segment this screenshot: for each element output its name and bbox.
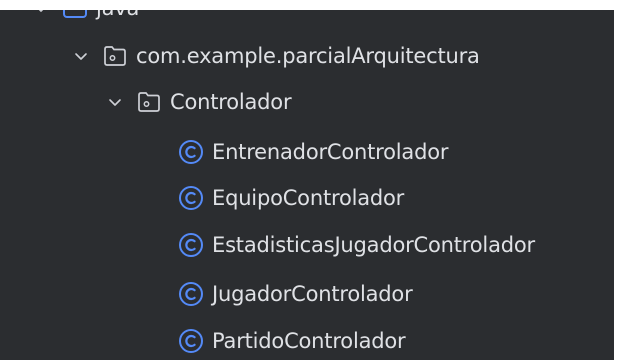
class-icon — [178, 232, 204, 258]
tree-row-class[interactable]: JugadorControlador — [178, 272, 413, 316]
tree-row-label: com.example.parcialArquitectura — [136, 43, 480, 68]
tree-row-label: EstadisticasJugadorControlador — [212, 232, 535, 257]
tree-row-class[interactable]: EstadisticasJugadorControlador — [178, 223, 535, 267]
tree-row-class[interactable]: EntrenadorControlador — [178, 130, 448, 174]
class-icon — [178, 185, 204, 211]
tree-row-class[interactable]: PartidoControlador — [178, 319, 406, 360]
screenshot-edge — [0, 0, 624, 10]
class-icon — [178, 328, 204, 354]
tree-row-label: EquipoControlador — [212, 185, 405, 210]
tree-row-label: Controlador — [170, 89, 292, 114]
project-tree-panel: java com.example.parcialArquitectura Con… — [0, 0, 624, 360]
tree-row-class[interactable]: EquipoControlador — [178, 176, 404, 220]
tree-row-package[interactable]: com.example.parcialArquitectura — [70, 34, 480, 78]
chevron-down-icon[interactable] — [104, 91, 126, 113]
tree-row-controlador[interactable]: Controlador — [104, 80, 292, 124]
tree-row-label: PartidoControlador — [212, 328, 406, 353]
tree-row-label: JugadorControlador — [212, 281, 413, 306]
class-icon — [178, 139, 204, 165]
screenshot-edge — [614, 0, 624, 360]
package-icon — [136, 89, 162, 115]
chevron-down-icon[interactable] — [70, 45, 92, 67]
package-icon — [102, 43, 128, 69]
class-icon — [178, 281, 204, 307]
tree-row-label: EntrenadorControlador — [212, 139, 449, 164]
